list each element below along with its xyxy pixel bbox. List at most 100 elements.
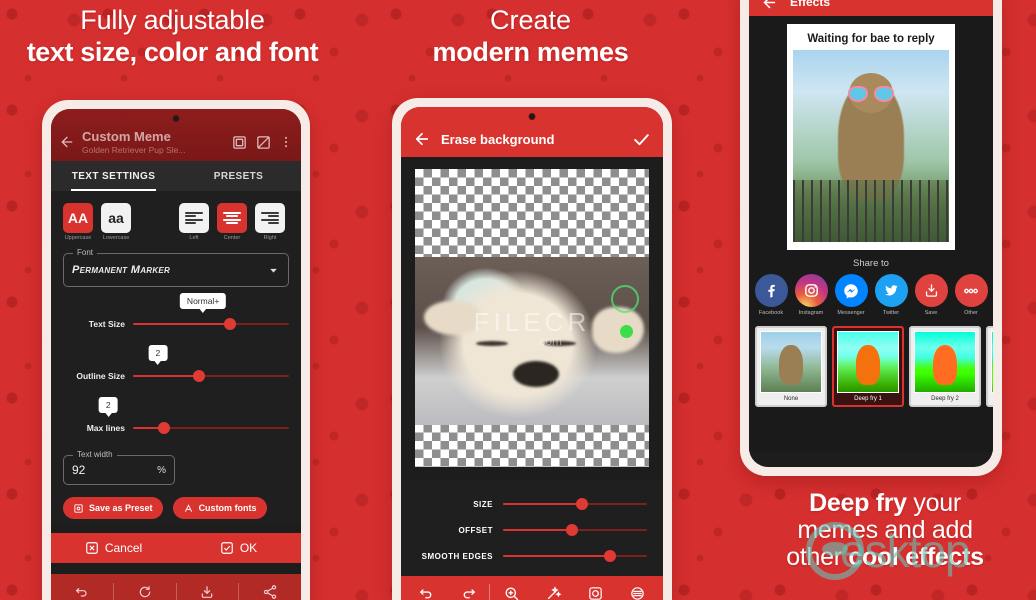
max-lines-slider[interactable]: 2 Max lines [63, 397, 289, 439]
offset-track[interactable] [503, 524, 647, 536]
uppercase-label: Uppercase [64, 235, 92, 241]
undo-icon[interactable] [405, 585, 447, 600]
undo-icon[interactable] [51, 584, 113, 600]
lowercase-button[interactable]: aa Lowercase [101, 203, 131, 241]
phone-middle-screen: Erase background FILECR .com SIZE OFFSET… [401, 107, 663, 600]
refresh-icon[interactable] [114, 584, 176, 600]
ok-button[interactable]: OK [176, 533, 301, 563]
effect-label: Deep fry [991, 396, 993, 402]
caption-right-line2: memes and add [797, 516, 973, 544]
erase-canvas[interactable]: FILECR .com [401, 157, 663, 479]
offset-knob[interactable] [566, 524, 579, 536]
text-size-slider[interactable]: Normal+ Text Size [63, 293, 289, 335]
share-save[interactable]: Save [914, 274, 948, 316]
max-lines-track[interactable] [133, 422, 289, 434]
size-knob[interactable] [576, 498, 589, 510]
arrow-left-icon[interactable] [761, 0, 778, 11]
max-lines-knob[interactable] [158, 422, 171, 434]
align-center-button[interactable]: Center [217, 203, 247, 241]
text-size-track[interactable] [133, 318, 289, 330]
text-width-value: 92 [72, 463, 86, 477]
dog-photo [415, 257, 649, 425]
smooth-edges-track[interactable] [503, 550, 647, 562]
smooth-edges-knob[interactable] [603, 550, 616, 562]
style-buttons-row: AA Uppercase aa Lowercase Left Center Ri… [63, 203, 289, 241]
twitter-icon [874, 274, 908, 307]
share-messenger-label: Messenger [837, 310, 865, 316]
share-messenger[interactable]: Messenger [834, 274, 868, 316]
right-topbar: Effects [749, 0, 993, 16]
brush-cursor-ring [611, 285, 639, 313]
caption-right-line1: Deep fry your [735, 490, 1035, 517]
share-instagram-label: Instagram [798, 310, 824, 316]
left-bottom-nav [51, 574, 301, 600]
magic-wand-icon[interactable] [533, 585, 575, 600]
text-size-knob[interactable] [223, 318, 236, 330]
more-vertical-icon[interactable] [279, 135, 293, 149]
outline-size-slider[interactable]: 2 Outline Size [63, 345, 289, 387]
promo-stage: Fully adjustable text size, color and fo… [0, 0, 1036, 600]
share-save-label: Save [924, 310, 938, 316]
outline-size-track[interactable] [133, 370, 289, 382]
align-center-label: Center [223, 235, 241, 241]
image-off-icon[interactable] [255, 134, 272, 151]
ok-label: OK [239, 541, 258, 555]
share-instagram[interactable]: Instagram [794, 274, 828, 316]
share-facebook[interactable]: Facebook [754, 274, 788, 316]
cancel-label: Cancel [104, 541, 143, 555]
share-row: Facebook Instagram Messenger Twitter Sav… [749, 274, 993, 316]
font-select[interactable]: Font Permanent Marker [63, 248, 289, 287]
text-width-unit: % [157, 464, 166, 476]
erase-sliders: SIZE OFFSET SMOOTH EDGES [401, 479, 663, 577]
text-width-input[interactable]: Text width 92 % [63, 450, 175, 485]
effects-body: Waiting for bae to reply Share to Facebo… [749, 16, 993, 452]
effect-thumb-none[interactable]: None [755, 326, 827, 407]
brush-cursor-dot[interactable] [620, 325, 633, 338]
caption-right-line1-thin: your [906, 489, 961, 517]
effect-thumb-image [991, 331, 993, 393]
effect-thumb-deep-fry-2[interactable]: Deep fry 2 [909, 326, 981, 407]
align-center-icon [217, 203, 247, 233]
crop-icon[interactable] [231, 134, 248, 151]
download-icon[interactable] [177, 584, 239, 600]
align-right-button[interactable]: Right [255, 203, 285, 241]
uppercase-button[interactable]: AA Uppercase [63, 203, 93, 241]
tab-presets[interactable]: PRESETS [176, 161, 301, 191]
max-lines-bubble: 2 [98, 397, 118, 417]
share-icon[interactable] [239, 584, 301, 600]
tab-text-settings[interactable]: TEXT SETTINGS [51, 161, 176, 191]
custom-fonts-button[interactable]: Custom fonts [172, 497, 267, 519]
meme-caption: Waiting for bae to reply [807, 33, 935, 45]
restore-image-icon[interactable] [575, 585, 617, 600]
camera-dot-icon [172, 115, 180, 122]
check-icon[interactable] [632, 130, 651, 149]
left-title-wrap: Custom Meme Golden Retriever Pup Sle... [82, 129, 224, 155]
size-slider[interactable]: SIZE [417, 491, 647, 517]
align-left-button[interactable]: Left [179, 203, 209, 241]
smooth-edges-slider[interactable]: SMOOTH EDGES [417, 543, 647, 569]
cancel-button[interactable]: Cancel [51, 533, 176, 563]
offset-slider[interactable]: OFFSET [417, 517, 647, 543]
share-other[interactable]: Other [954, 274, 988, 316]
font-field-value: Permanent Marker [72, 264, 171, 276]
meme-preview-card[interactable]: Waiting for bae to reply [787, 24, 955, 250]
erase-icon[interactable] [617, 585, 659, 600]
redo-icon[interactable] [447, 585, 489, 600]
effect-thumb-image [914, 331, 976, 393]
lowercase-glyph: aa [101, 203, 131, 233]
effects-thumbnails: None Deep fry 1 Deep fry 2 Deep fry [749, 316, 993, 407]
camera-dot-icon [528, 113, 536, 120]
effect-thumb-deep-fry-3[interactable]: Deep fry [986, 326, 993, 407]
caption-right: Deep fry your memes and add other cool e… [735, 490, 1035, 571]
outline-size-knob[interactable] [192, 370, 205, 382]
caption-right-line3: other cool effects [735, 544, 1035, 571]
size-track[interactable] [503, 498, 647, 510]
effect-thumb-deep-fry-1[interactable]: Deep fry 1 [832, 326, 904, 407]
arrow-left-icon[interactable] [413, 130, 431, 148]
zoom-in-icon[interactable] [490, 585, 532, 600]
text-settings-panel: AA Uppercase aa Lowercase Left Center Ri… [51, 191, 301, 523]
save-as-preset-button[interactable]: Save as Preset [63, 497, 163, 519]
custom-fonts-label: Custom fonts [198, 503, 257, 513]
arrow-left-icon[interactable] [59, 134, 75, 150]
share-twitter[interactable]: Twitter [874, 274, 908, 316]
